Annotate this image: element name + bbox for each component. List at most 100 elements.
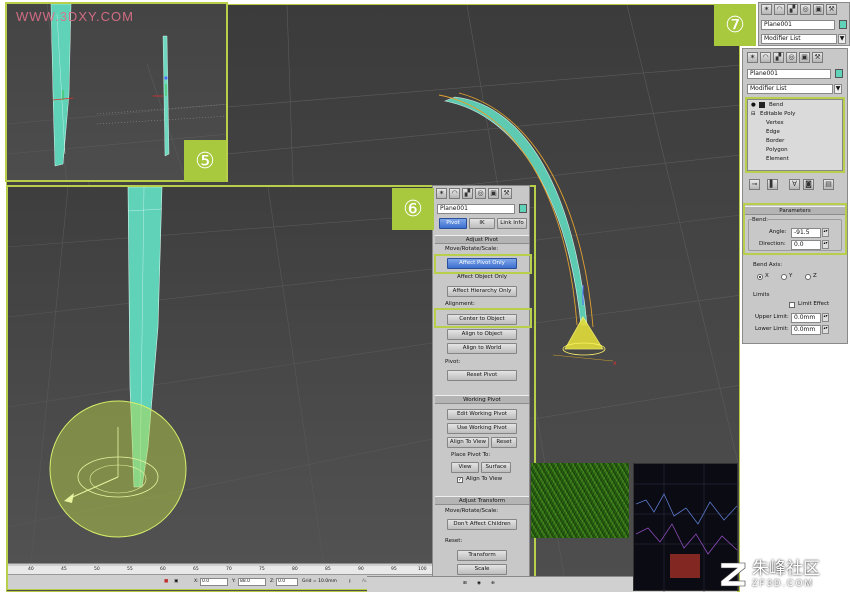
tick-label: 65 xyxy=(193,567,199,572)
motion-tab-icon[interactable]: ◎ xyxy=(786,52,797,63)
pivot-group-label: Pivot: xyxy=(445,359,461,365)
display-tab-icon[interactable]: ▣ xyxy=(799,52,810,63)
limit-effect-checkbox[interactable] xyxy=(789,302,795,308)
tick-label: 70 xyxy=(226,567,232,572)
top-object-name-input[interactable]: Plane001 xyxy=(761,20,835,30)
modify-command-panel: ✶ ◠ ▞ ◎ ▣ ⚒ Plane001 Modifier List ▼ ● B… xyxy=(742,48,848,344)
motion-tab-icon[interactable]: ◎ xyxy=(475,188,486,199)
upper-limit-spinner-icon[interactable]: ▴▾ xyxy=(822,313,829,322)
axis-x-radio[interactable] xyxy=(757,274,763,280)
utilities-tab-icon[interactable]: ⚒ xyxy=(812,52,823,63)
modify-tab-icon[interactable]: ◠ xyxy=(449,188,460,199)
hierarchy-tab-icon[interactable]: ▞ xyxy=(787,4,798,15)
place-pivot-view-button[interactable]: View xyxy=(451,462,479,473)
display-tab-icon[interactable]: ▣ xyxy=(488,188,499,199)
place-pivot-surface-button[interactable]: Surface xyxy=(481,462,511,473)
top-object-color-swatch[interactable] xyxy=(839,20,847,29)
tick-label: 90 xyxy=(358,567,364,572)
parameters-highlight-frame xyxy=(743,203,847,255)
tab-link-info[interactable]: Link Info xyxy=(497,218,527,229)
object-name-input[interactable]: Plane001 xyxy=(747,69,831,79)
reset-transform-button[interactable]: Transform xyxy=(457,550,507,561)
limit-effect-label: Limit Effect xyxy=(798,301,830,307)
utilities-tab-icon[interactable]: ⚒ xyxy=(826,4,837,15)
create-tab-icon[interactable]: ✶ xyxy=(747,52,758,63)
key-icon[interactable]: ⚷ xyxy=(348,578,351,586)
hierarchy-tab-icon[interactable]: ▞ xyxy=(462,188,473,199)
step-marker-7: ⑦ xyxy=(714,4,756,46)
x-coord-input[interactable]: 0.0 xyxy=(200,578,228,586)
center-to-object-highlight-frame xyxy=(434,308,532,328)
utilities-tab-icon[interactable]: ⚒ xyxy=(501,188,512,199)
reset-scale-button[interactable]: Scale xyxy=(457,564,507,575)
step-marker-6: ⑥ xyxy=(392,188,434,230)
tick-label: 80 xyxy=(292,567,298,572)
pin-stack-icon[interactable]: ⊸ xyxy=(749,179,760,190)
tab-pivot[interactable]: Pivot xyxy=(439,218,467,229)
adjust-transform-rollout-header[interactable]: Adjust Transform xyxy=(435,496,529,505)
pivot-object-color-swatch[interactable] xyxy=(519,204,527,213)
grid-size-readout: Grid = 10.0mm xyxy=(302,579,337,584)
hierarchy-command-panel: ✶ ◠ ▞ ◎ ▣ ⚒ Plane001 Pivot IK Link Info … xyxy=(432,185,532,590)
dont-affect-children-button[interactable]: Don't Affect Children xyxy=(447,519,517,530)
axis-y-radio[interactable] xyxy=(781,274,787,280)
modify-tab-icon[interactable]: ◠ xyxy=(774,4,785,15)
grass-texture-preview xyxy=(531,463,629,538)
upper-limit-input[interactable]: 0.0mm xyxy=(791,313,821,323)
hierarchy-tab-icon[interactable]: ▞ xyxy=(773,52,784,63)
modifier-list-dropdown[interactable]: Modifier List xyxy=(747,84,833,94)
object-color-swatch[interactable] xyxy=(835,69,843,78)
create-tab-icon[interactable]: ✶ xyxy=(761,4,772,15)
working-pivot-rollout-header[interactable]: Working Pivot xyxy=(435,395,529,404)
upper-limit-label: Upper Limit: xyxy=(755,314,789,320)
lower-limit-spinner-icon[interactable]: ▴▾ xyxy=(822,325,829,334)
modify-tab-icon[interactable]: ◠ xyxy=(760,52,771,63)
tick-label: 95 xyxy=(391,567,397,572)
axis-x-label: x xyxy=(613,360,617,367)
transform-mode-icon[interactable]: ▣ xyxy=(174,578,178,586)
place-pivot-to-label: Place Pivot To: xyxy=(451,452,491,458)
adjust-pivot-rollout-header[interactable]: Adjust Pivot xyxy=(435,235,529,244)
tick-label: 100 xyxy=(418,567,427,572)
make-unique-icon[interactable]: ∀ xyxy=(789,179,800,190)
axis-x-label: X xyxy=(765,273,769,279)
nav-icon[interactable]: ⊞ xyxy=(463,580,467,588)
align-to-view-check-label: Align To View xyxy=(466,476,503,482)
working-pivot-reset-button[interactable]: Reset xyxy=(491,437,517,448)
affect-hierarchy-only-button[interactable]: Affect Hierarchy Only xyxy=(447,286,517,297)
nav-icon[interactable]: ◉ xyxy=(477,580,481,588)
reset-pivot-button[interactable]: Reset Pivot xyxy=(447,370,517,381)
y-coord-input[interactable]: 88.0 xyxy=(238,578,266,586)
align-to-object-button[interactable]: Align to Object xyxy=(447,329,517,340)
z-coord-label: Z: xyxy=(270,579,275,584)
pivot-object-name-input[interactable]: Plane001 xyxy=(437,204,515,214)
move-rotate-scale-label: Move/Rotate/Scale: xyxy=(445,246,499,252)
configure-modifier-sets-icon[interactable]: ▤ xyxy=(823,179,834,190)
axis-z-radio[interactable] xyxy=(805,274,811,280)
lock-selection-icon[interactable]: ■ xyxy=(164,578,168,586)
limits-group-label: Limits xyxy=(753,292,770,298)
top-modifier-dropdown-arrow[interactable]: ▼ xyxy=(838,34,846,44)
nav-icon[interactable]: ⊕ xyxy=(491,580,495,588)
align-to-view-button[interactable]: Align To View xyxy=(447,437,489,448)
align-to-view-checkbox[interactable]: ✓ xyxy=(457,477,463,483)
lower-limit-label: Lower Limit: xyxy=(755,326,789,332)
screenshot-stage: x WWW.3DXY.COM ⑤ ✶ ◠ ▞ ◎ ▣ ⚒ Plane001 Mo… xyxy=(0,0,850,600)
use-working-pivot-button[interactable]: Use Working Pivot xyxy=(447,423,517,434)
show-end-result-icon[interactable]: ▌ xyxy=(767,179,778,190)
tab-ik[interactable]: IK xyxy=(469,218,495,229)
modifier-dropdown-arrow[interactable]: ▼ xyxy=(834,84,842,94)
create-tab-icon[interactable]: ✶ xyxy=(436,188,447,199)
top-modifier-list-dropdown[interactable]: Modifier List xyxy=(761,34,837,44)
display-tab-icon[interactable]: ▣ xyxy=(813,4,824,15)
motion-tab-icon[interactable]: ◎ xyxy=(800,4,811,15)
tick-label: 60 xyxy=(160,567,166,572)
edit-working-pivot-button[interactable]: Edit Working Pivot xyxy=(447,409,517,420)
axis-z-label: Z xyxy=(813,273,817,279)
lower-limit-input[interactable]: 0.0mm xyxy=(791,325,821,335)
timeline-ruler[interactable]: 40 45 50 55 60 65 70 75 80 85 90 95 100 xyxy=(8,566,432,575)
remove-modifier-icon[interactable]: ◙ xyxy=(803,179,814,190)
align-to-world-button[interactable]: Align to World xyxy=(447,343,517,354)
z-coord-input[interactable]: 0.0 xyxy=(276,578,298,586)
brand-domain: ZF3D.COM xyxy=(752,578,814,588)
